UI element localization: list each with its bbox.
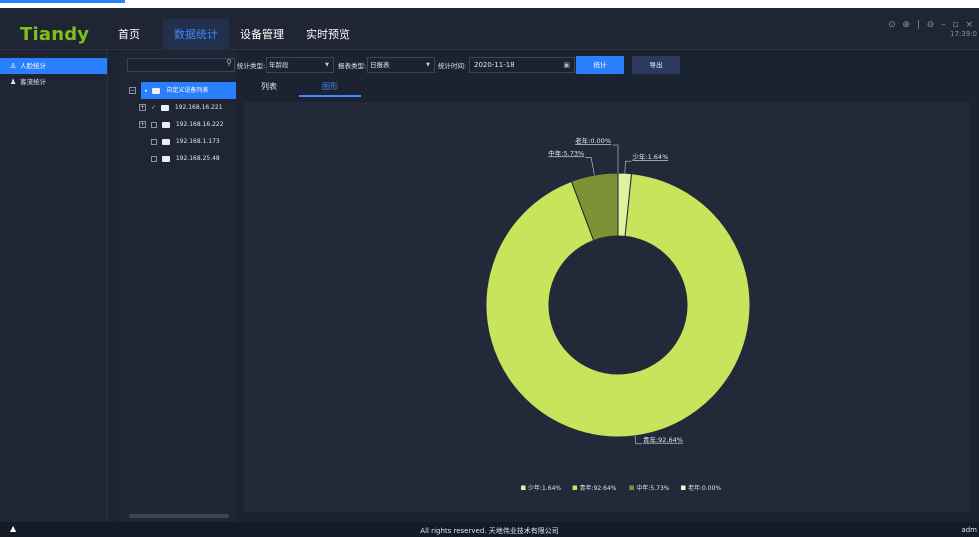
stat-time-input[interactable]: 2020-11-18 ▣	[469, 57, 575, 73]
donut-chart: 少年:1.64% 青年:92.64% 中年:5.73% 老年:0.00% 少年:1.64…	[485, 136, 751, 492]
chevron-down-icon: ▼	[426, 62, 430, 68]
chart-panel: 少年:1.64% 青年:92.64% 中年:5.73% 老年:0.00% 少年:1.64…	[244, 102, 970, 512]
stat-time-value: 2020-11-18	[474, 61, 515, 69]
nav-live-preview[interactable]: 实时预览	[300, 19, 356, 50]
tree-node-label: 192.168.25.48	[175, 155, 220, 162]
sidebar-item-traffic-stats[interactable]: ♟ 客流统计	[0, 74, 107, 90]
folder-icon	[152, 87, 161, 94]
window-controls[interactable]: ⊙ ⊕ | ⊖ – ▫ ×	[888, 20, 975, 30]
legend-label-1[interactable]: 青年:92.64%	[580, 484, 617, 492]
export-button[interactable]: 导出	[632, 56, 680, 74]
tree-node-label: 192.168.1.173	[175, 138, 220, 145]
checkbox[interactable]	[151, 155, 157, 162]
nav-device-management[interactable]: 设备管理	[236, 19, 288, 50]
device-tree-panel: ⚲ − ▸ 自定义设备列表 + ✓ 192.168.16.221 + 192.1…	[119, 50, 237, 522]
tab-list[interactable]: 列表	[244, 80, 294, 97]
legend-swatch-3[interactable]	[681, 485, 686, 491]
stat-type-select[interactable]: 年龄段 ▼	[266, 57, 334, 73]
sidebar-item-label: 客流统计	[20, 78, 47, 86]
tree-root-label: 自定义设备列表	[166, 87, 209, 94]
legend-label-2[interactable]: 中年:5.73%	[636, 484, 669, 492]
expand-icon[interactable]: +	[139, 104, 146, 111]
slice-label-1: 青年:92.64%	[643, 435, 683, 444]
leader-line-2	[585, 157, 595, 176]
tree-node[interactable]: 192.168.1.173	[129, 133, 237, 150]
leader-line-0	[624, 160, 632, 174]
nav-data-stats[interactable]: 数据统计	[163, 19, 229, 50]
arrow-right-icon: ▸	[145, 88, 148, 94]
slice-label-2: 中年:5.73%	[548, 148, 584, 157]
slice-label-0: 少年:1.64%	[632, 152, 668, 161]
chevron-down-icon: ▼	[325, 62, 329, 68]
tab-chart[interactable]: 图形	[299, 80, 361, 97]
calendar-icon[interactable]: ▣	[563, 58, 570, 72]
people-icon: ♟	[10, 78, 17, 86]
search-icon[interactable]: ⚲	[226, 58, 232, 67]
tree-node[interactable]: + ✓ 192.168.16.221	[129, 99, 237, 116]
checkbox[interactable]	[151, 138, 157, 145]
clock: 17:39:0	[950, 30, 977, 38]
tree-node[interactable]: + 192.168.16.222	[129, 116, 237, 133]
folder-icon	[161, 138, 170, 145]
legend-swatch-2[interactable]	[629, 485, 634, 491]
tree-node-label: 192.168.16.222	[175, 121, 224, 128]
current-user[interactable]: adm	[961, 526, 977, 534]
stat-button[interactable]: 统计	[576, 56, 624, 74]
slice-label-3: 老年:0.00%	[575, 136, 611, 145]
sidebar-item-label: 人脸统计	[20, 62, 47, 70]
device-tree: − ▸ 自定义设备列表 + ✓ 192.168.16.221 + 192.168…	[129, 82, 237, 167]
legend-label-3[interactable]: 老年:0.00%	[688, 484, 721, 492]
leader-line-3	[612, 144, 619, 173]
logo: Tiandy	[20, 24, 90, 45]
search-input[interactable]: ⚲	[127, 58, 235, 72]
checkbox-checked-icon[interactable]: ✓	[151, 99, 157, 116]
folder-icon	[161, 121, 170, 128]
stat-type-value: 年龄段	[269, 61, 289, 69]
expand-icon[interactable]: +	[139, 121, 146, 128]
stat-type-label: 统计类型:	[237, 62, 266, 70]
checkbox[interactable]	[151, 121, 157, 128]
tree-node[interactable]: 192.168.25.48	[129, 150, 237, 167]
legend-label-0[interactable]: 少年:1.64%	[528, 484, 561, 492]
nav-home[interactable]: 首页	[112, 19, 146, 50]
stat-time-label: 统计时间:	[438, 62, 467, 70]
sidebar-item-face-stats[interactable]: ♙ 人脸统计	[0, 58, 107, 74]
title-accent	[0, 0, 125, 3]
sidebar: ♙ 人脸统计 ♟ 客流统计	[0, 50, 108, 522]
leader-line-1	[634, 435, 642, 445]
collapse-icon[interactable]: −	[129, 87, 136, 94]
folder-icon	[160, 104, 169, 111]
report-type-label: 报表类型:	[338, 62, 367, 70]
horizontal-scrollbar[interactable]	[129, 514, 229, 518]
legend-swatch-1[interactable]	[572, 485, 578, 491]
legend-swatch-0[interactable]	[521, 485, 526, 491]
folder-icon	[161, 155, 170, 162]
copyright: All rights reserved. 天地伟业技术有限公司	[420, 527, 559, 535]
report-type-value: 日报表	[370, 61, 390, 69]
person-icon: ♙	[10, 62, 17, 70]
footer: ▲ All rights reserved. 天地伟业技术有限公司 adm	[0, 522, 979, 537]
title-strip	[0, 0, 979, 8]
tree-root[interactable]: − ▸ 自定义设备列表	[129, 82, 236, 99]
tree-node-label: 192.168.16.221	[174, 104, 223, 111]
header: Tiandy 首页 数据统计 设备管理 实时预览 ⊙ ⊕ | ⊖ – ▫ × 1…	[0, 8, 979, 50]
report-type-select[interactable]: 日报表 ▼	[367, 57, 435, 73]
